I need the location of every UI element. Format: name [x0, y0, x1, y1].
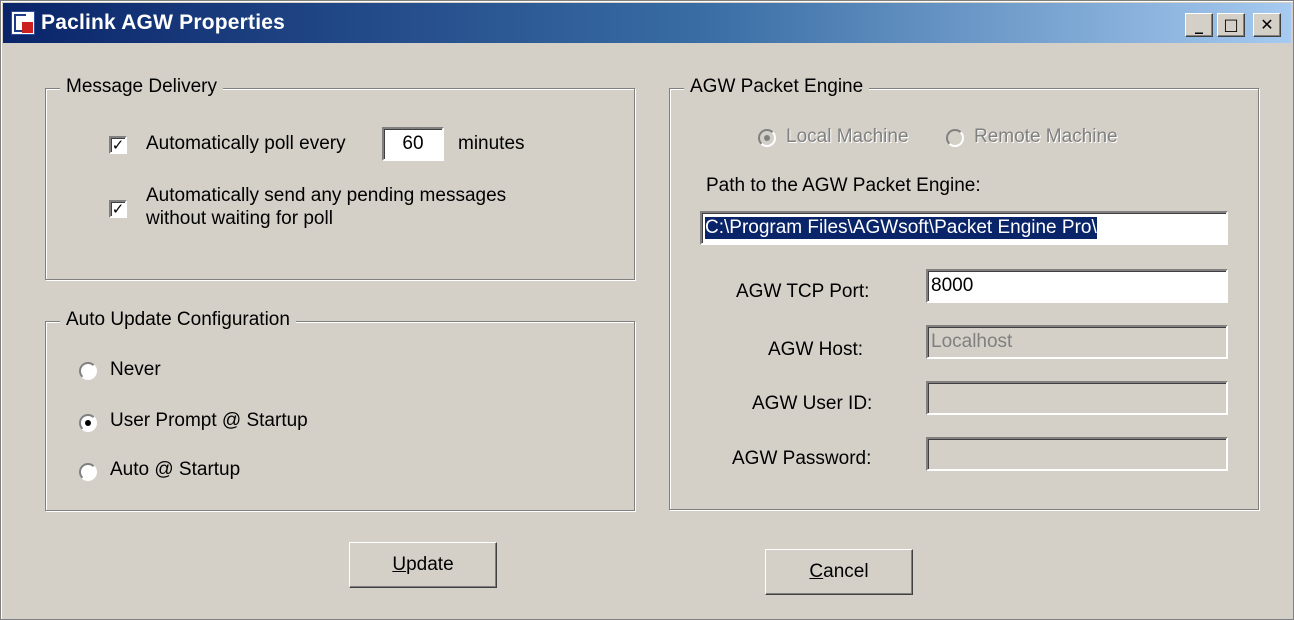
auto-update-legend: Auto Update Configuration [60, 309, 296, 331]
local-machine-label: Local Machine [786, 126, 909, 147]
paclink-app-icon[interactable] [11, 11, 35, 35]
password-input[interactable] [926, 437, 1228, 471]
poll-interval-input[interactable]: 60 [382, 127, 444, 161]
close-button[interactable]: ✕ [1253, 13, 1281, 37]
auto-send-label-line1: Automatically send any pending messages [146, 185, 507, 206]
auto-poll-label: Automatically poll every [146, 133, 346, 154]
user-id-input[interactable] [926, 381, 1228, 415]
remote-machine-radio[interactable] [946, 129, 964, 147]
tcp-port-label: AGW TCP Port: [736, 281, 870, 302]
minimize-button[interactable]: _ [1185, 13, 1213, 37]
remote-machine-label: Remote Machine [974, 126, 1118, 147]
auto-send-checkbox[interactable]: ✓ [109, 200, 127, 218]
auto-startup-label: Auto @ Startup [110, 459, 241, 480]
path-label: Path to the AGW Packet Engine: [706, 175, 981, 196]
message-delivery-group: Message Delivery ✓ Automatically poll ev… [45, 76, 635, 280]
maximize-button[interactable]: □ [1217, 13, 1245, 37]
agw-engine-legend: AGW Packet Engine [684, 76, 870, 98]
password-label: AGW Password: [732, 448, 872, 469]
cancel-mnemonic: C [809, 561, 824, 582]
agw-packet-engine-group: AGW Packet Engine Local Machine Remote M… [669, 76, 1259, 510]
cancel-button[interactable]: Cancel [765, 549, 913, 595]
user-id-label: AGW User ID: [752, 393, 873, 414]
auto-poll-checkbox[interactable]: ✓ [109, 136, 127, 154]
local-machine-radio[interactable] [758, 129, 776, 147]
properties-window: Paclink AGW Properties _ □ ✕ Message Del… [0, 0, 1294, 620]
auto-update-group: Auto Update Configuration Never User Pro… [45, 309, 635, 511]
tcp-port-input[interactable]: 8000 [926, 269, 1228, 303]
host-label: AGW Host: [768, 339, 864, 360]
update-label: pdate [406, 554, 454, 575]
auto-send-label-line2: without waiting for poll [146, 208, 333, 229]
never-label: Never [110, 359, 161, 380]
cancel-label: ancel [823, 561, 869, 582]
agw-path-selected-text: C:\Program Files\AGWsoft\Packet Engine P… [705, 217, 1097, 239]
update-button[interactable]: Update [349, 542, 497, 588]
host-input[interactable]: Localhost [926, 325, 1228, 359]
agw-path-input[interactable]: C:\Program Files\AGWsoft\Packet Engine P… [700, 211, 1228, 245]
user-prompt-label: User Prompt @ Startup [110, 410, 308, 431]
window-title: Paclink AGW Properties [41, 11, 286, 34]
minutes-label: minutes [458, 133, 525, 154]
title-bar[interactable]: Paclink AGW Properties _ □ ✕ [3, 3, 1291, 43]
message-delivery-legend: Message Delivery [60, 76, 223, 98]
auto-startup-radio[interactable] [79, 463, 97, 481]
never-radio[interactable] [79, 362, 97, 380]
update-mnemonic: U [392, 554, 407, 575]
user-prompt-radio[interactable] [79, 414, 97, 432]
